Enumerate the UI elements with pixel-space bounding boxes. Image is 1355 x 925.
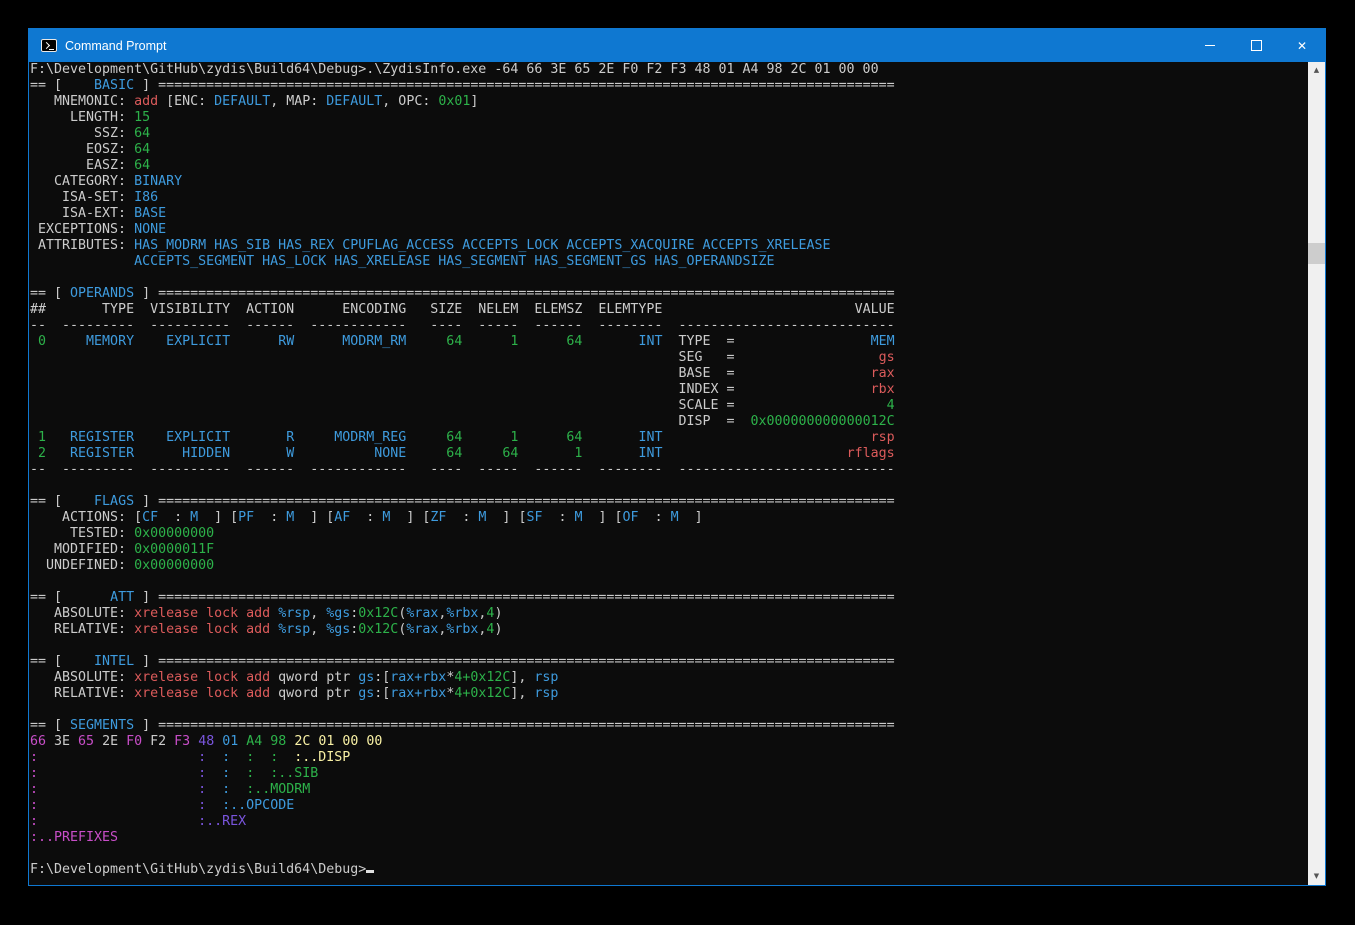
console-line <box>30 702 895 718</box>
console-line: BASE = rax <box>30 366 895 382</box>
maximize-icon <box>1251 40 1262 51</box>
window-controls: ✕ <box>1187 29 1325 62</box>
console-line: F:\Development\GitHub\zydis\Build64\Debu… <box>30 862 895 878</box>
console-line: == [ BASIC ] ===========================… <box>30 78 895 94</box>
cmd-icon <box>41 39 57 52</box>
console-line: 0 MEMORY EXPLICIT RW MODRM_RM 64 1 64 IN… <box>30 334 895 350</box>
console-line: : : : : : :..DISP <box>30 750 895 766</box>
titlebar[interactable]: Command Prompt ✕ <box>29 29 1325 62</box>
console-line: -- --------- ---------- ------ ---------… <box>30 462 895 478</box>
console-line: == [ INTEL ] ===========================… <box>30 654 895 670</box>
console-line: ABSOLUTE: xrelease lock add %rsp, %gs:0x… <box>30 606 895 622</box>
console-line: ISA-SET: I86 <box>30 190 895 206</box>
console-line: ABSOLUTE: xrelease lock add qword ptr gs… <box>30 670 895 686</box>
console-line: ACTIONS: [CF : M ] [PF : M ] [AF : M ] [… <box>30 510 895 526</box>
console-line: == [ FLAGS ] ===========================… <box>30 494 895 510</box>
console-line: SEG = gs <box>30 350 895 366</box>
console-line: RELATIVE: xrelease lock add %rsp, %gs:0x… <box>30 622 895 638</box>
console-line: SCALE = 4 <box>30 398 895 414</box>
console-line: SSZ: 64 <box>30 126 895 142</box>
minimize-icon <box>1205 45 1215 46</box>
console-line: :..PREFIXES <box>30 830 895 846</box>
console-line: DISP = 0x000000000000012C <box>30 414 895 430</box>
console-line <box>30 846 895 862</box>
console-output: F:\Development\GitHub\zydis\Build64\Debu… <box>30 62 895 878</box>
console-line: RELATIVE: xrelease lock add qword ptr gs… <box>30 686 895 702</box>
console-line: EOSZ: 64 <box>30 142 895 158</box>
scroll-down-arrow-icon[interactable]: ▼ <box>1308 868 1325 885</box>
console-line: LENGTH: 15 <box>30 110 895 126</box>
console-line: EXCEPTIONS: NONE <box>30 222 895 238</box>
console-line: ISA-EXT: BASE <box>30 206 895 222</box>
command-prompt-window: Command Prompt ✕ F:\Development\GitHub\z… <box>28 28 1326 886</box>
console-line <box>30 270 895 286</box>
console-line: : :..REX <box>30 814 895 830</box>
minimize-button[interactable] <box>1187 29 1233 62</box>
console-line <box>30 574 895 590</box>
console-line: EASZ: 64 <box>30 158 895 174</box>
console-line <box>30 638 895 654</box>
maximize-button[interactable] <box>1233 29 1279 62</box>
console-line: MODIFIED: 0x0000011F <box>30 542 895 558</box>
console-line <box>30 478 895 494</box>
vertical-scrollbar[interactable]: ▲ ▼ <box>1308 62 1325 885</box>
console-line: 1 REGISTER EXPLICIT R MODRM_REG 64 1 64 … <box>30 430 895 446</box>
console-line: == [ SEGMENTS ] ========================… <box>30 718 895 734</box>
console-line: -- --------- ---------- ------ ---------… <box>30 318 895 334</box>
console[interactable]: F:\Development\GitHub\zydis\Build64\Debu… <box>29 62 1325 885</box>
close-button[interactable]: ✕ <box>1279 29 1325 62</box>
console-line: 2 REGISTER HIDDEN W NONE 64 64 1 INT rfl… <box>30 446 895 462</box>
console-line: F:\Development\GitHub\zydis\Build64\Debu… <box>30 62 895 78</box>
text-cursor <box>366 870 374 873</box>
window-title: Command Prompt <box>65 39 1187 53</box>
console-line: : : : : :..SIB <box>30 766 895 782</box>
console-line: == [ OPERANDS ] ========================… <box>30 286 895 302</box>
console-line: ACCEPTS_SEGMENT HAS_LOCK HAS_XRELEASE HA… <box>30 254 895 270</box>
console-line: TESTED: 0x00000000 <box>30 526 895 542</box>
scroll-up-arrow-icon[interactable]: ▲ <box>1308 62 1325 79</box>
console-line: : : : :..MODRM <box>30 782 895 798</box>
console-line: == [ ATT ] =============================… <box>30 590 895 606</box>
console-line: : : :..OPCODE <box>30 798 895 814</box>
close-icon: ✕ <box>1297 40 1307 52</box>
console-line: MNEMONIC: add [ENC: DEFAULT, MAP: DEFAUL… <box>30 94 895 110</box>
console-line: ## TYPE VISIBILITY ACTION ENCODING SIZE … <box>30 302 895 318</box>
console-line: UNDEFINED: 0x00000000 <box>30 558 895 574</box>
console-line: 66 3E 65 2E F0 F2 F3 48 01 A4 98 2C 01 0… <box>30 734 895 750</box>
scrollbar-thumb[interactable] <box>1308 243 1325 264</box>
console-line: CATEGORY: BINARY <box>30 174 895 190</box>
console-line: INDEX = rbx <box>30 382 895 398</box>
console-line: ATTRIBUTES: HAS_MODRM HAS_SIB HAS_REX CP… <box>30 238 895 254</box>
